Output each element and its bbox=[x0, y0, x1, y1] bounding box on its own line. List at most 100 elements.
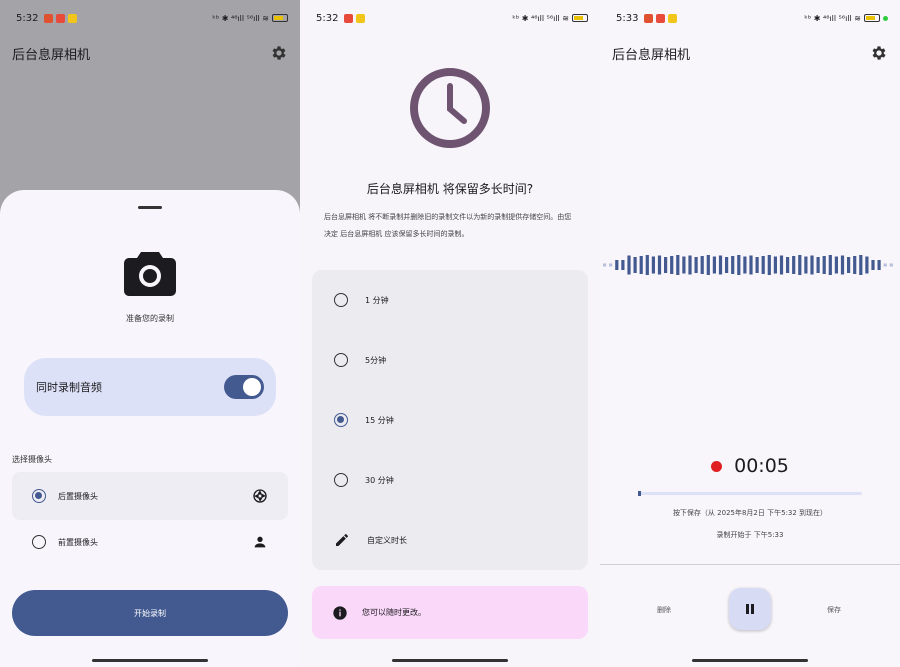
drag-handle[interactable] bbox=[138, 206, 162, 209]
waveform-bar bbox=[871, 260, 875, 270]
record-audio-card[interactable]: 同时录制音频 bbox=[24, 358, 276, 416]
camera-option-front[interactable]: 前置摄像头 bbox=[12, 518, 288, 566]
status-signal-icons: ᵏᵇ ✱ ⁴⁶ıll ⁵⁶ıll ≋ bbox=[804, 13, 861, 23]
recording-progress bbox=[638, 491, 862, 496]
status-signal-icons: ᵏᵇ ✱ ⁴⁶ıll ⁵⁶ıll ≋ bbox=[512, 13, 569, 23]
waveform-bar bbox=[865, 256, 869, 274]
option-1-minute[interactable]: 1 分钟 bbox=[312, 270, 588, 330]
delete-button[interactable]: 删除 bbox=[657, 605, 671, 615]
status-bar: 5:33 ᵏᵇ ✱ ⁴⁶ıll ⁵⁶ıll ≋ bbox=[600, 0, 900, 36]
waveform-bar bbox=[773, 256, 777, 274]
option-30-minutes[interactable]: 30 分钟 bbox=[312, 450, 588, 510]
pause-icon bbox=[746, 604, 754, 614]
gear-icon[interactable] bbox=[870, 44, 888, 62]
screen-recording: 5:33 ᵏᵇ ✱ ⁴⁶ıll ⁵⁶ıll ≋ 后台息屏相机 00:05 按下保… bbox=[600, 0, 900, 667]
waveform-bar bbox=[615, 260, 619, 270]
camera-option-label: 后置摄像头 bbox=[58, 491, 98, 501]
waveform-bar bbox=[621, 260, 625, 270]
waveform-bar bbox=[804, 256, 808, 274]
radio-button[interactable] bbox=[334, 353, 348, 367]
battery-icon bbox=[864, 14, 880, 22]
prepare-text: 准备您的录制 bbox=[126, 314, 174, 323]
record-audio-switch[interactable] bbox=[224, 375, 264, 399]
camera-option-label: 前置摄像头 bbox=[58, 537, 98, 547]
waveform-bar bbox=[779, 255, 784, 275]
waveform-bar bbox=[706, 255, 710, 275]
waveform-bar bbox=[767, 255, 771, 275]
waveform-bar bbox=[664, 257, 668, 273]
radio-button[interactable] bbox=[334, 293, 348, 307]
app-bar: 后台息屏相机 bbox=[12, 40, 288, 66]
waveform-bar bbox=[755, 257, 759, 273]
start-recording-button[interactable]: 开始录制 bbox=[12, 590, 288, 636]
notification-icon bbox=[356, 13, 366, 23]
waveform-bar bbox=[816, 257, 820, 273]
dialog-title: 后台息屏相机 将保留多长时间? bbox=[366, 182, 534, 196]
status-bar: 5:32 ᵏᵇ ✱ ⁴⁶ıll ⁵⁶ıll ≋ bbox=[300, 0, 600, 36]
camera-section-label: 选择摄像头 bbox=[12, 455, 52, 464]
waveform-bar bbox=[840, 255, 845, 275]
waveform-bar bbox=[853, 256, 857, 274]
waveform-bar bbox=[834, 256, 838, 274]
notification-icon bbox=[644, 13, 654, 23]
radio-button[interactable] bbox=[32, 535, 46, 549]
gear-icon[interactable] bbox=[270, 44, 288, 62]
radio-button[interactable] bbox=[32, 489, 46, 503]
status-signal-icons: ᵏᵇ ✱ ⁴⁶ıll ⁵⁶ıll ≋ bbox=[212, 13, 269, 23]
app-title: 后台息屏相机 bbox=[612, 47, 691, 63]
option-15-minutes[interactable]: 15 分钟 bbox=[312, 390, 588, 450]
waveform-bar bbox=[883, 263, 887, 267]
waveform-bar bbox=[737, 255, 741, 275]
person-icon bbox=[254, 536, 266, 548]
info-text: 您可以随时更改。 bbox=[362, 608, 426, 617]
waveform-bar bbox=[786, 257, 790, 273]
waveform-bar bbox=[651, 256, 655, 274]
waveform-bar bbox=[670, 256, 674, 274]
record-dot-icon bbox=[711, 460, 723, 472]
app-title: 后台息屏相机 bbox=[12, 47, 91, 63]
waveform-bar bbox=[688, 255, 692, 275]
waveform-bar bbox=[718, 255, 723, 275]
waveform-bar bbox=[822, 256, 826, 274]
waveform-bar bbox=[639, 256, 643, 274]
pause-button[interactable] bbox=[729, 588, 771, 630]
waveform-bar bbox=[627, 255, 631, 275]
app-bar: 后台息屏相机 bbox=[612, 40, 888, 66]
home-indicator bbox=[92, 659, 208, 662]
waveform-bar bbox=[749, 255, 753, 275]
battery-icon bbox=[272, 14, 288, 22]
dialog-description: 后台息屏相机 将不断录制并删除旧的录制文件以为新的录制提供存储空间。由您决定 后… bbox=[324, 213, 572, 238]
aperture-icon bbox=[253, 489, 267, 503]
status-time: 5:32 bbox=[316, 12, 339, 24]
pencil-icon bbox=[336, 534, 348, 546]
screen-retention: 5:32 ᵏᵇ ✱ ⁴⁶ıll ⁵⁶ıll ≋ 后台息屏相机 将保留多长时间? … bbox=[300, 0, 600, 667]
radio-button[interactable] bbox=[334, 413, 348, 427]
home-indicator bbox=[692, 659, 808, 662]
status-bar: 5:32 ᵏᵇ ✱ ⁴⁶ıll ⁵⁶ıll ≋ bbox=[0, 0, 300, 36]
notification-icon bbox=[656, 13, 666, 23]
waveform-bar bbox=[761, 256, 765, 274]
option-label: 15 分钟 bbox=[365, 415, 394, 425]
save-hint: 按下保存（从 2025年8月2日 下午5:32 到现在） bbox=[672, 509, 828, 517]
waveform-bar bbox=[877, 260, 881, 270]
save-button[interactable]: 保存 bbox=[827, 605, 841, 615]
waveform-bar bbox=[743, 256, 747, 274]
option-label: 自定义时长 bbox=[367, 535, 407, 545]
waveform-bar bbox=[682, 256, 686, 274]
notification-icons bbox=[44, 13, 78, 23]
status-time: 5:33 bbox=[616, 12, 639, 24]
waveform-bar bbox=[889, 263, 893, 267]
notification-icons bbox=[344, 13, 366, 23]
record-audio-label: 同时录制音频 bbox=[36, 381, 102, 394]
option-custom-duration[interactable]: 自定义时长 bbox=[312, 510, 588, 570]
option-label: 1 分钟 bbox=[365, 295, 389, 305]
notification-icon bbox=[344, 13, 354, 23]
waveform-bar bbox=[609, 263, 613, 267]
camera-option-back[interactable]: 后置摄像头 bbox=[12, 472, 288, 520]
radio-button[interactable] bbox=[334, 473, 348, 487]
audio-waveform bbox=[603, 255, 893, 275]
option-5-minutes[interactable]: 5分钟 bbox=[312, 330, 588, 390]
option-label: 5分钟 bbox=[365, 355, 387, 365]
waveform-bar bbox=[603, 263, 607, 267]
info-banner: 您可以随时更改。 bbox=[312, 586, 588, 639]
